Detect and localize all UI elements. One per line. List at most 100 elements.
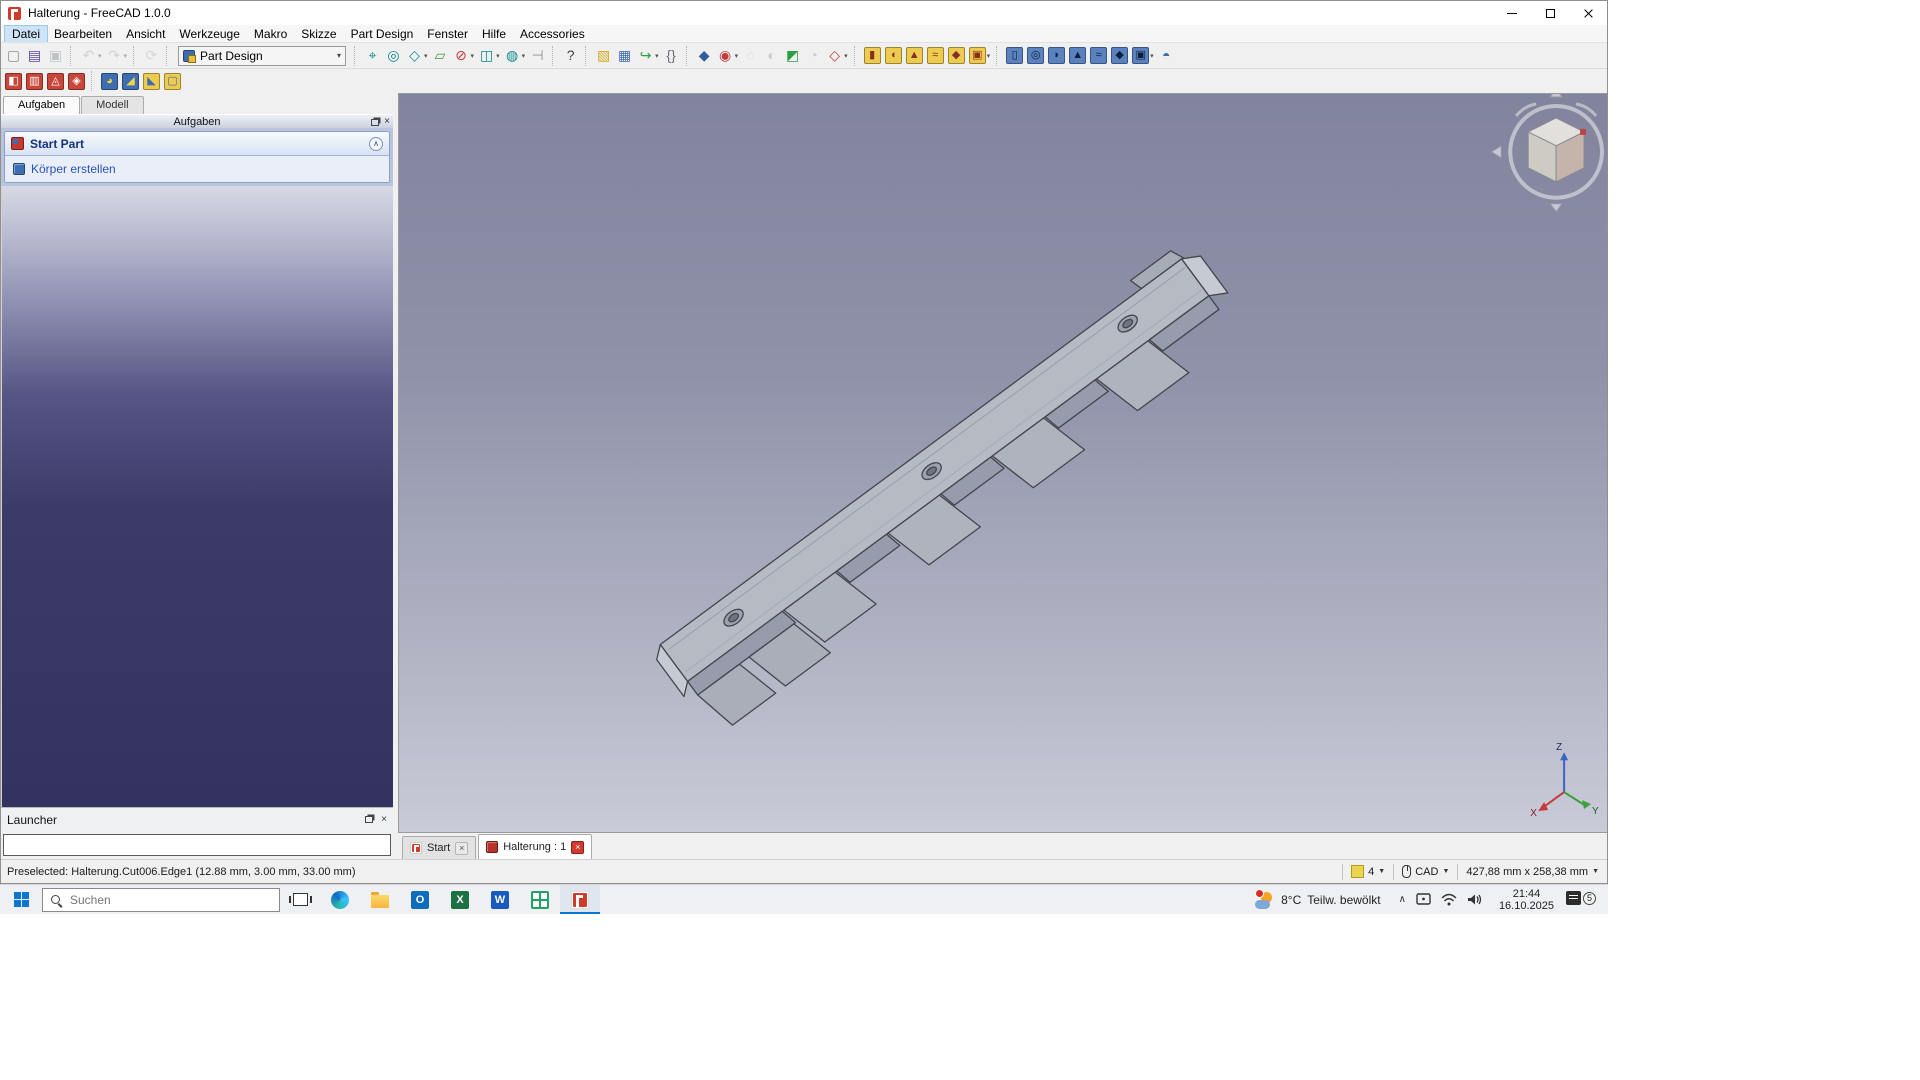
thickness-icon[interactable]: ▢ bbox=[163, 69, 182, 93]
map-sketch-icon[interactable]: ◐ bbox=[762, 44, 781, 68]
navigation-style-selector[interactable]: CAD ▼ bbox=[1393, 864, 1457, 880]
additive-loft-icon[interactable]: ▲ bbox=[905, 44, 924, 68]
expression-icon[interactable]: {} bbox=[662, 44, 681, 68]
create-sketch-icon[interactable]: ◉▾ bbox=[716, 44, 740, 68]
clone-icon[interactable]: ◔ bbox=[804, 44, 823, 68]
taskbar-clock[interactable]: 21:44 16.10.2025 bbox=[1491, 888, 1562, 912]
subtractive-primitive-icon[interactable]: ▣▾ bbox=[1131, 44, 1155, 68]
create-part-icon[interactable]: ▧ bbox=[594, 44, 613, 68]
taskbar-app-file-explorer[interactable] bbox=[360, 885, 400, 914]
menu-accessories[interactable]: Accessories bbox=[513, 26, 592, 42]
collapse-chevron-icon[interactable]: ∧ bbox=[369, 137, 383, 151]
panel-float-icon[interactable] bbox=[371, 119, 379, 126]
search-input[interactable] bbox=[68, 892, 238, 908]
menu-fenster[interactable]: Fenster bbox=[420, 26, 475, 42]
undo-icon[interactable]: ↶▾ bbox=[79, 44, 103, 68]
orbit-style-icon[interactable]: ◍▾ bbox=[503, 44, 527, 68]
polar-pattern-icon[interactable]: ◬ bbox=[46, 69, 65, 93]
pad-icon[interactable]: ▮ bbox=[863, 44, 882, 68]
launcher-input[interactable] bbox=[3, 834, 391, 856]
chamfer-icon[interactable]: ◢ bbox=[121, 69, 140, 93]
tab-close-icon[interactable]: × bbox=[455, 842, 468, 855]
redo-icon[interactable]: ↷▾ bbox=[105, 44, 129, 68]
close-button[interactable] bbox=[1569, 1, 1607, 25]
taskbar-app-excel[interactable]: X bbox=[440, 885, 480, 914]
sync-view-icon[interactable]: ▱ bbox=[431, 44, 450, 68]
fit-all-icon[interactable]: ⌖ bbox=[363, 44, 382, 68]
menu-part-design[interactable]: Part Design bbox=[344, 26, 421, 42]
taskbar-search[interactable] bbox=[42, 888, 280, 912]
section-view-icon[interactable]: ◫▾ bbox=[477, 44, 501, 68]
start-button[interactable] bbox=[0, 885, 42, 914]
workbench-selector[interactable]: Part Design▾ bbox=[178, 46, 346, 66]
menu-werkzeuge[interactable]: Werkzeuge bbox=[172, 26, 246, 42]
navigation-cube[interactable] bbox=[1491, 94, 1607, 212]
minimize-button[interactable] bbox=[1493, 1, 1531, 25]
revolution-icon[interactable]: ◖ bbox=[884, 44, 903, 68]
task-item-label[interactable]: Körper erstellen bbox=[31, 162, 116, 176]
taskbar-app-edge[interactable] bbox=[320, 885, 360, 914]
whats-this-icon[interactable]: ? bbox=[561, 44, 580, 68]
action-center-button[interactable]: 5 bbox=[1562, 891, 1608, 909]
network-icon[interactable] bbox=[1441, 893, 1457, 906]
make-link-icon[interactable]: ↪▾ bbox=[636, 44, 660, 68]
task-item-create-body[interactable]: Körper erstellen bbox=[5, 156, 389, 182]
launcher-float-icon[interactable] bbox=[365, 816, 373, 823]
device-icon[interactable] bbox=[1416, 893, 1431, 906]
volume-icon[interactable] bbox=[1467, 893, 1483, 906]
weather-widget[interactable]: 8°C Teilw. bewölkt bbox=[1245, 885, 1391, 914]
subtractive-loft-icon[interactable]: ▲ bbox=[1068, 44, 1087, 68]
tab-modell[interactable]: Modell bbox=[81, 96, 143, 114]
additive-helix-icon[interactable]: ◆ bbox=[947, 44, 966, 68]
linear-pattern-icon[interactable]: ▥ bbox=[25, 69, 44, 93]
pocket-icon[interactable]: ▯ bbox=[1005, 44, 1024, 68]
taskbar-app-word[interactable]: W bbox=[480, 885, 520, 914]
menu-datei[interactable]: Datei bbox=[5, 26, 47, 42]
draft-icon[interactable]: ◣ bbox=[142, 69, 161, 93]
tray-chevron-icon[interactable]: ∧ bbox=[1399, 894, 1406, 905]
tab-aufgaben[interactable]: Aufgaben bbox=[3, 96, 80, 115]
refresh-icon[interactable]: ⟳ bbox=[142, 44, 161, 68]
taskbar-app-task-view[interactable] bbox=[280, 885, 320, 914]
layer-selector[interactable]: 4 ▼ bbox=[1342, 864, 1393, 880]
create-datum-icon[interactable]: ◇▾ bbox=[825, 44, 849, 68]
hole-icon[interactable]: ◎ bbox=[1026, 44, 1045, 68]
subtractive-pipe-icon[interactable]: ≈ bbox=[1089, 44, 1108, 68]
menu-hilfe[interactable]: Hilfe bbox=[475, 26, 513, 42]
new-file-icon[interactable]: ▢ bbox=[4, 44, 23, 68]
document-tab-halterung-1[interactable]: Halterung : 1× bbox=[478, 834, 592, 859]
measure-icon[interactable]: ⊣ bbox=[528, 44, 547, 68]
multitransform-icon[interactable]: ◈ bbox=[67, 69, 86, 93]
subtractive-helix-icon[interactable]: ◆ bbox=[1110, 44, 1129, 68]
draw-style-icon[interactable]: ⊘▾ bbox=[452, 44, 476, 68]
3d-scene[interactable]: Z X Y bbox=[399, 94, 1607, 832]
create-group-icon[interactable]: ▦ bbox=[615, 44, 634, 68]
taskbar-app-freecad[interactable] bbox=[560, 885, 600, 914]
axonometric-view-icon[interactable]: ◇▾ bbox=[405, 44, 429, 68]
shape-binder-icon[interactable]: ◩ bbox=[783, 44, 802, 68]
taskbar-app-outlook[interactable]: O bbox=[400, 885, 440, 914]
menu-skizze[interactable]: Skizze bbox=[294, 26, 343, 42]
launcher-close-icon[interactable]: × bbox=[381, 815, 387, 825]
boolean-operation-icon[interactable]: ◓ bbox=[1157, 44, 1176, 68]
open-file-icon[interactable]: ▤ bbox=[25, 44, 44, 68]
create-body-icon[interactable]: ◆ bbox=[695, 44, 714, 68]
additive-primitive-icon[interactable]: ▣▾ bbox=[968, 44, 992, 68]
menu-ansicht[interactable]: Ansicht bbox=[119, 26, 172, 42]
panel-close-icon[interactable]: × bbox=[384, 117, 390, 127]
fillet-icon[interactable]: ◕ bbox=[100, 69, 119, 93]
taskbar-app-green-office-app[interactable] bbox=[520, 885, 560, 914]
save-file-icon[interactable]: ▣ bbox=[46, 44, 65, 68]
menu-makro[interactable]: Makro bbox=[247, 26, 294, 42]
zoom-selection-icon[interactable]: ◎ bbox=[384, 44, 403, 68]
document-tab-start[interactable]: Start× bbox=[402, 836, 476, 859]
3d-part[interactable] bbox=[643, 238, 1259, 738]
view-dimensions-indicator[interactable]: 427,88 mm x 258,38 mm ▼ bbox=[1457, 864, 1607, 880]
maximize-button[interactable] bbox=[1531, 1, 1569, 25]
mirrored-icon[interactable]: ◧ bbox=[4, 69, 23, 93]
additive-pipe-icon[interactable]: ≈ bbox=[926, 44, 945, 68]
edit-sketch-icon[interactable]: ◌ bbox=[741, 44, 760, 68]
menu-bearbeiten[interactable]: Bearbeiten bbox=[47, 26, 119, 42]
tab-close-icon[interactable]: × bbox=[571, 841, 584, 854]
task-group-header[interactable]: Start Part ∧ bbox=[5, 132, 389, 156]
